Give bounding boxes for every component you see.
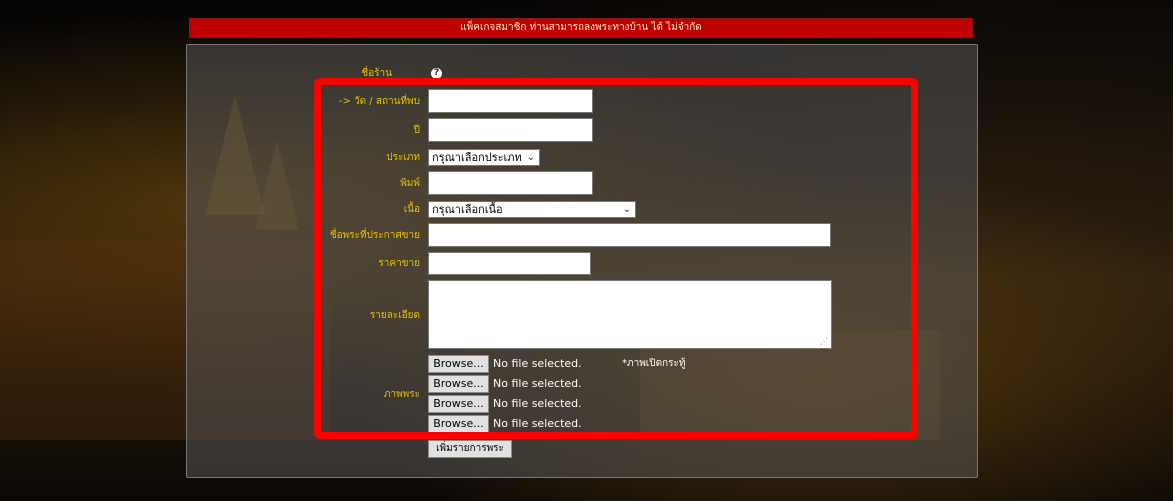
membership-banner: แพ็คเกจสมาชิก ท่านสามารถลงพระทางบ้าน ได้…: [189, 18, 973, 38]
add-listing-button[interactable]: เพิ่มรายการพระ: [428, 440, 512, 458]
red-highlight-box: [314, 78, 918, 439]
